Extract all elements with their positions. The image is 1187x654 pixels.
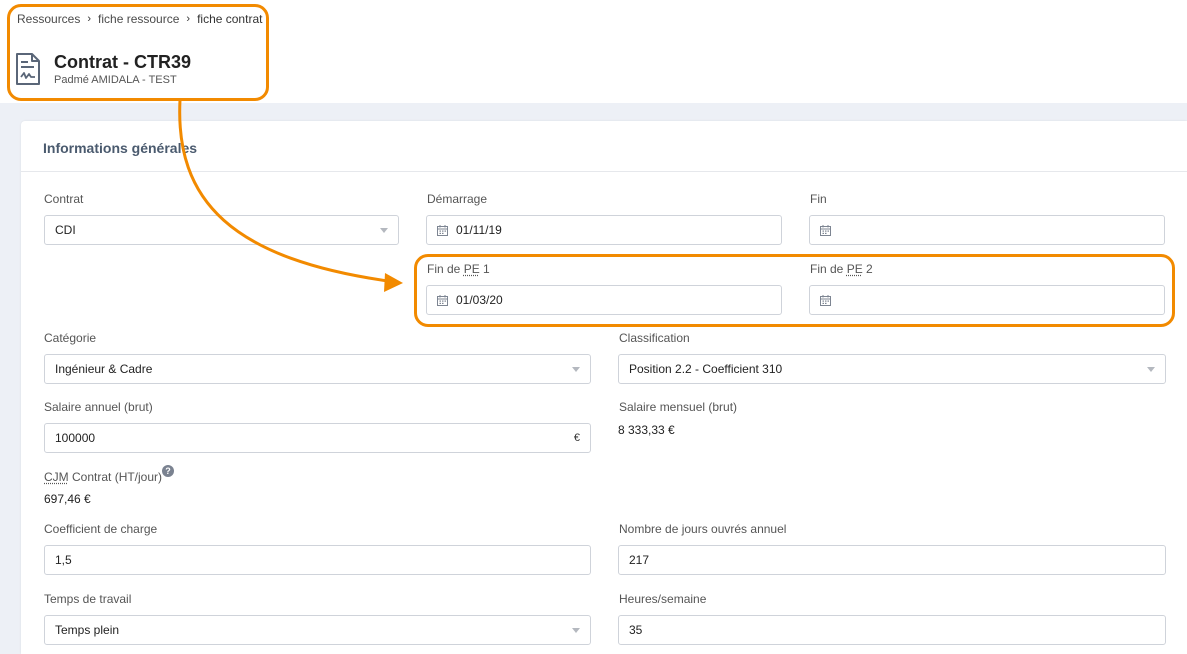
salaire-annuel-value: 100000 <box>55 431 96 445</box>
demarrage-label: Démarrage <box>427 192 488 206</box>
salaire-mensuel-value: 8 333,33 € <box>618 423 675 437</box>
cjm-value: 697,46 € <box>44 492 91 506</box>
fin-label: Fin <box>810 192 827 206</box>
categorie-select[interactable]: Ingénieur & Cadre <box>44 354 591 384</box>
help-icon[interactable]: ? <box>162 465 174 477</box>
contrat-value: CDI <box>55 223 76 237</box>
caret-down-icon <box>1147 366 1155 372</box>
heures-semaine-input[interactable]: 35 <box>618 615 1166 645</box>
caret-down-icon <box>572 627 580 633</box>
temps-travail-label: Temps de travail <box>44 592 132 606</box>
classification-label: Classification <box>619 331 690 345</box>
categorie-label: Catégorie <box>44 331 97 345</box>
classification-value: Position 2.2 - Coefficient 310 <box>629 362 783 376</box>
contrat-select[interactable]: CDI <box>44 215 399 245</box>
temps-travail-value: Temps plein <box>55 623 120 637</box>
euro-unit: € <box>573 432 580 444</box>
cjm-abbreviation: CJM <box>44 470 69 484</box>
demarrage-value: 01/11/19 <box>456 223 502 237</box>
cjm-label: CJM Contrat (HT/jour) <box>44 470 163 484</box>
caret-down-icon <box>572 366 580 372</box>
classification-select[interactable]: Position 2.2 - Coefficient 310 <box>618 354 1166 384</box>
header-highlight-box <box>7 4 269 101</box>
jours-ouvres-value: 217 <box>629 553 650 567</box>
section-divider <box>21 171 1187 172</box>
contrat-label: Contrat <box>44 192 84 206</box>
coefficient-charge-label: Coefficient de charge <box>44 522 158 536</box>
coefficient-charge-input[interactable]: 1,5 <box>44 545 591 575</box>
temps-travail-select[interactable]: Temps plein <box>44 615 591 645</box>
calendar-icon <box>820 224 831 236</box>
heures-semaine-value: 35 <box>629 623 643 637</box>
salaire-annuel-label: Salaire annuel (brut) <box>44 400 153 414</box>
categorie-value: Ingénieur & Cadre <box>55 362 153 376</box>
jours-ouvres-label: Nombre de jours ouvrés annuel <box>619 522 787 536</box>
calendar-icon <box>437 224 448 236</box>
jours-ouvres-input[interactable]: 217 <box>618 545 1166 575</box>
salaire-mensuel-label: Salaire mensuel (brut) <box>619 400 738 414</box>
pe-fields-highlight-box <box>414 254 1175 327</box>
demarrage-date-input[interactable]: 01/11/19 <box>426 215 782 245</box>
coefficient-charge-value: 1,5 <box>55 553 72 567</box>
caret-down-icon <box>380 227 388 233</box>
heures-semaine-label: Heures/semaine <box>619 592 707 606</box>
fin-date-input[interactable] <box>809 215 1165 245</box>
salaire-annuel-input[interactable]: 100000 € <box>44 423 591 453</box>
section-title: Informations générales <box>43 140 198 156</box>
